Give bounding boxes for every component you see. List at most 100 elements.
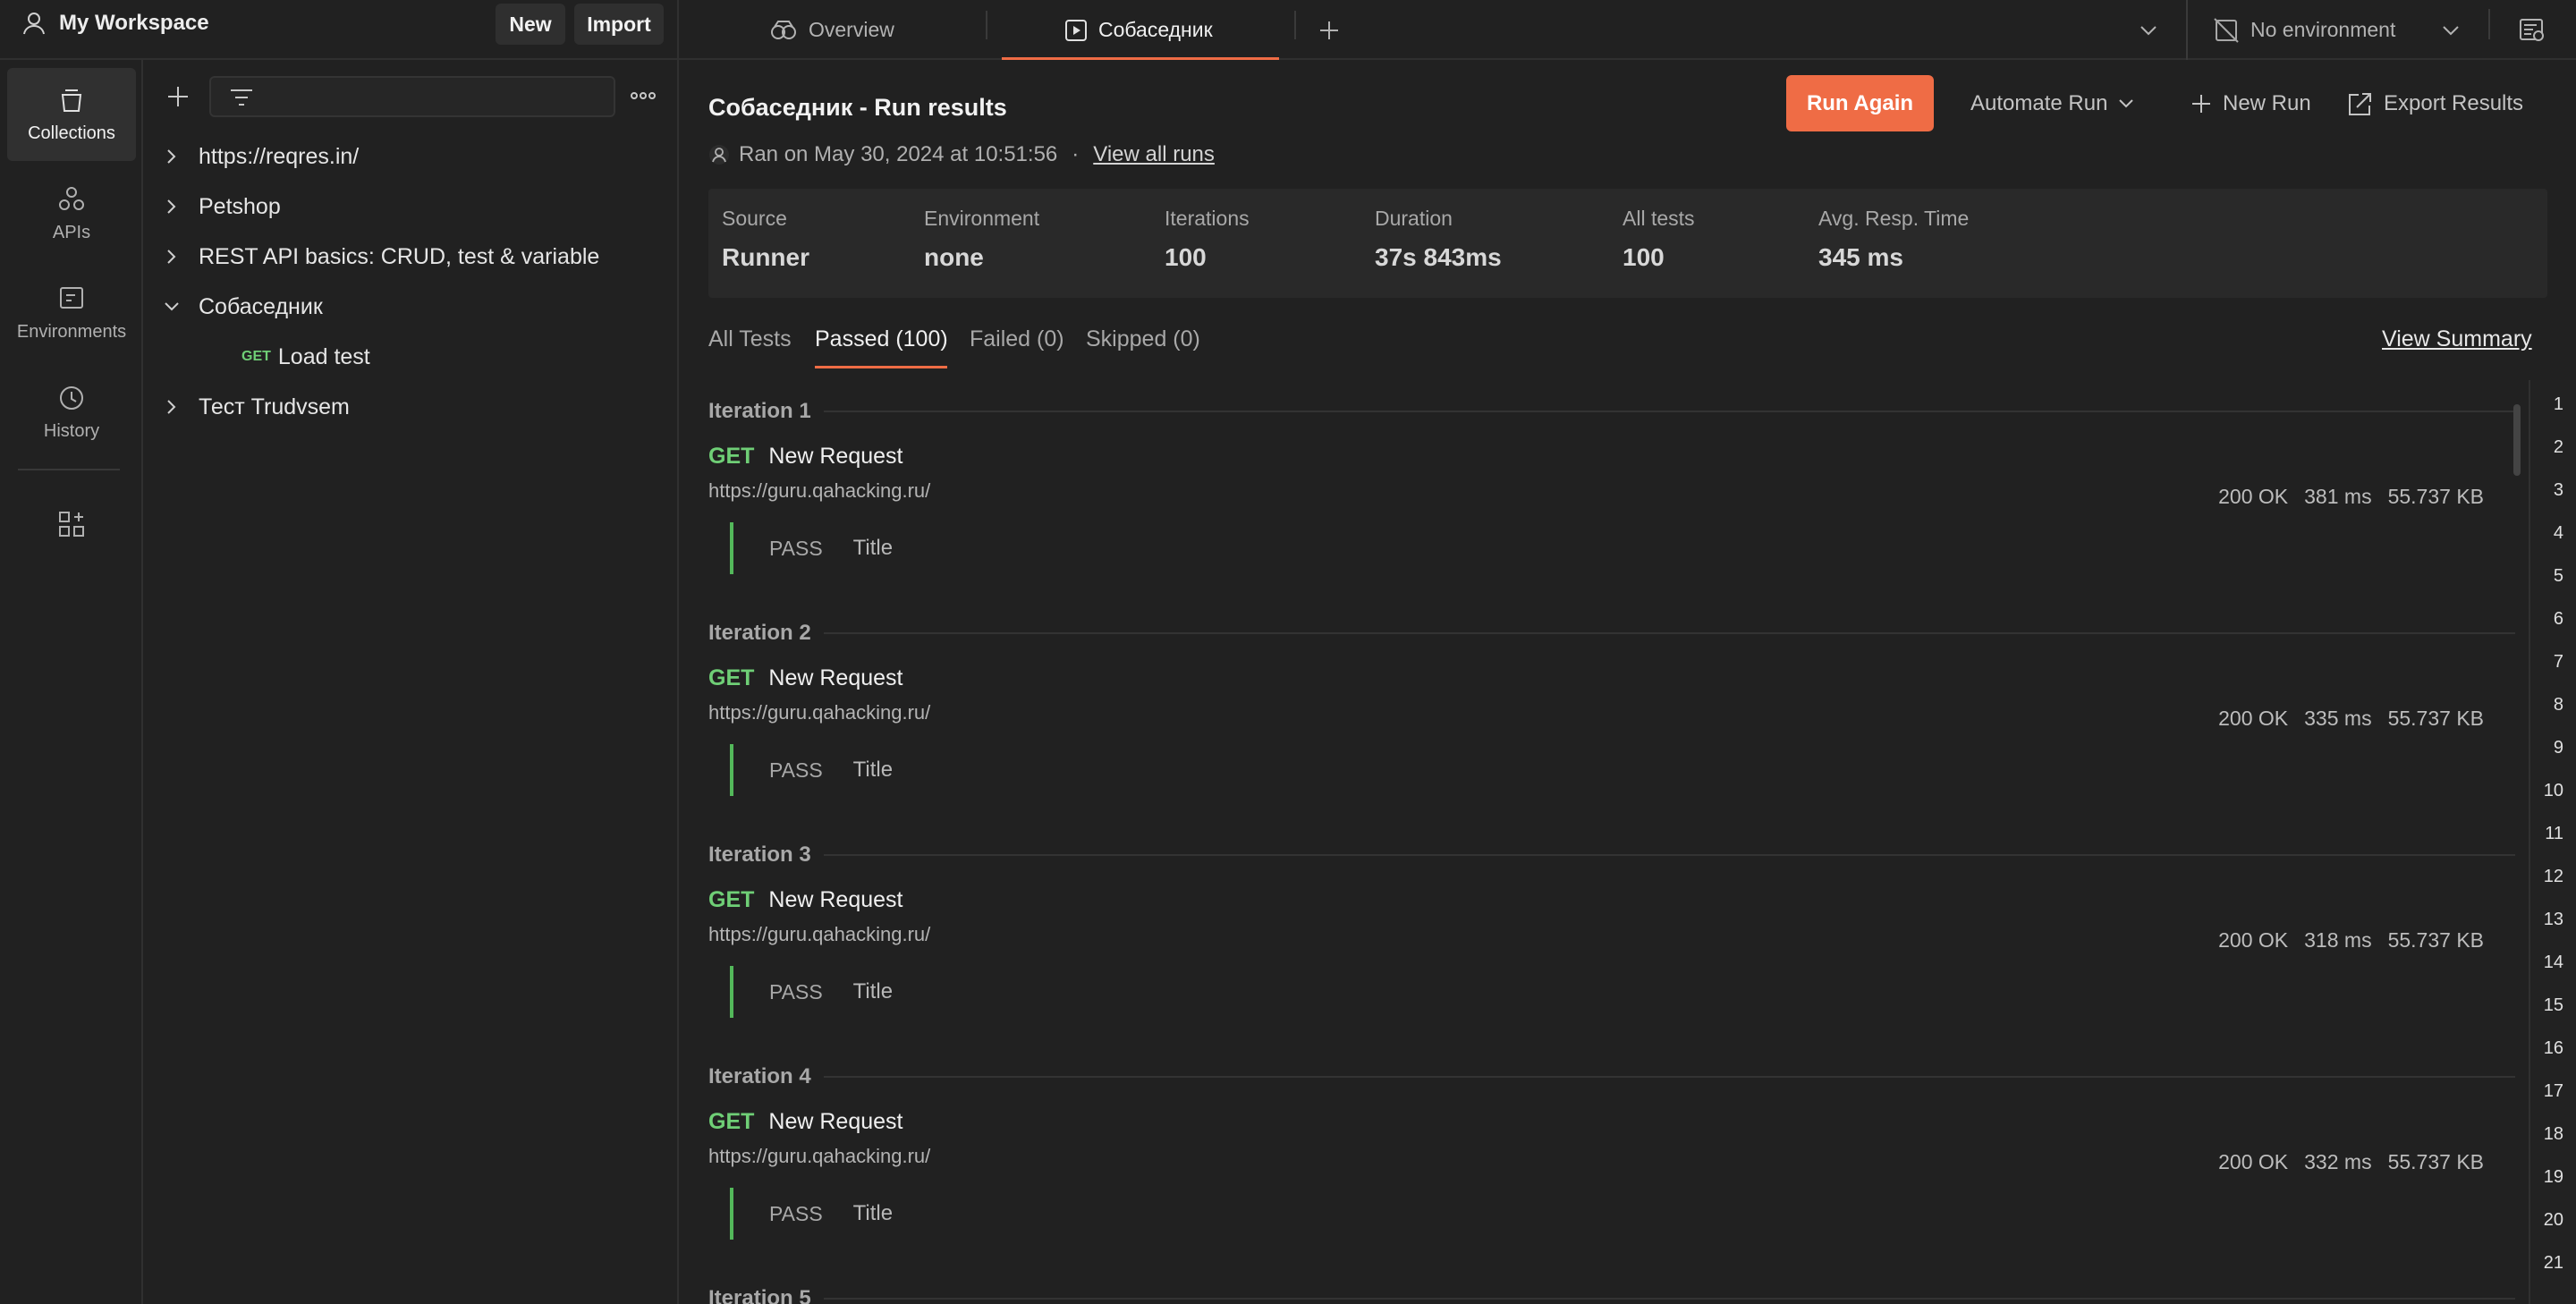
tab-overview[interactable]: Overview	[769, 0, 894, 60]
sidebar-item-environments[interactable]: Environments	[7, 267, 136, 360]
import-button[interactable]: Import	[574, 4, 664, 45]
request-row[interactable]: GET New Request	[708, 665, 902, 691]
iteration-number-link[interactable]: 3	[2554, 480, 2563, 501]
iteration-number-link[interactable]: 19	[2544, 1167, 2563, 1188]
environment-label: No environment	[2250, 18, 2396, 41]
iteration-number-link[interactable]: 17	[2544, 1081, 2563, 1102]
add-tab-button[interactable]	[1318, 0, 1340, 60]
iteration-block: Iteration 4 GET New Request https://guru.…	[708, 1063, 2515, 1240]
collection-item-expanded[interactable]: Собаседник	[145, 284, 323, 329]
more-options-button[interactable]	[630, 87, 657, 109]
env-divider	[2186, 0, 2188, 60]
results-scrollbar[interactable]	[2513, 404, 2521, 476]
collection-item[interactable]: https://reqres.in/	[145, 134, 359, 179]
top-bar: My Workspace New Import Overview Собасед…	[0, 0, 2576, 60]
iteration-number-link[interactable]: 10	[2544, 781, 2563, 801]
iteration-navigator: 1 2 3 4 5 6 7 8 9 10 11 12 13 14 15 16 17 18 19 20 21	[2529, 380, 2576, 1304]
run-results-panel: Собаседник - Run results Ran on May 30, …	[679, 60, 2576, 1304]
tabs-dropdown-button[interactable]	[2140, 0, 2157, 60]
new-run-button[interactable]: New Run	[2190, 75, 2311, 131]
iteration-number-link[interactable]: 12	[2544, 867, 2563, 887]
overview-icon	[771, 20, 796, 39]
test-name: Title	[852, 758, 894, 782]
request-name: New Request	[768, 887, 903, 912]
iteration-number-link[interactable]: 9	[2554, 738, 2563, 758]
sidebar-item-apis[interactable]: APIs	[7, 167, 136, 260]
chevron-right-icon	[145, 148, 199, 165]
automate-run-label: Automate Run	[1970, 90, 2108, 115]
tab-passed[interactable]: Passed (100)	[815, 326, 948, 352]
response-status: 200 OK	[2218, 485, 2289, 508]
request-row[interactable]: GET New Request	[708, 1109, 902, 1135]
separator-dot: ·	[1072, 142, 1080, 166]
view-summary-link[interactable]: View Summary	[2382, 326, 2532, 352]
workspace-switcher[interactable]: My Workspace	[21, 0, 209, 47]
page-title: Собаседник - Run results	[708, 94, 1007, 121]
new-button[interactable]: New	[496, 4, 565, 45]
sidebar-item-label: Collections	[28, 123, 115, 143]
request-row[interactable]: GET New Request	[708, 444, 902, 470]
collection-item[interactable]: Petshop	[145, 184, 281, 229]
search-collections-input[interactable]	[209, 76, 615, 117]
tab-failed[interactable]: Failed (0)	[970, 326, 1064, 352]
stat-value: 345 ms	[1818, 243, 1903, 271]
request-name: New Request	[768, 1109, 903, 1134]
iteration-number-link[interactable]: 21	[2544, 1253, 2563, 1274]
chevron-down-icon	[145, 301, 199, 313]
environments-icon	[60, 286, 83, 309]
request-name: New Request	[768, 665, 903, 690]
sidebar-item-label: APIs	[52, 222, 91, 242]
iteration-number-link[interactable]: 14	[2544, 953, 2563, 973]
stat-value: none	[924, 243, 984, 271]
request-item[interactable]: GET Load test	[242, 334, 370, 379]
add-collection-button[interactable]	[166, 85, 190, 113]
configure-workbench-button[interactable]	[7, 493, 136, 555]
iteration-number-link[interactable]: 1	[2554, 394, 2563, 415]
stat-label: Duration	[1375, 207, 1453, 230]
response-size: 55.737 KB	[2387, 485, 2484, 508]
export-results-button[interactable]: Export Results	[2346, 75, 2523, 131]
collection-item[interactable]: Тест Trudvsem	[145, 385, 350, 429]
response-time: 318 ms	[2304, 928, 2372, 952]
tab-divider	[1294, 11, 1296, 39]
sidebar-item-collections[interactable]: Collections	[7, 68, 136, 161]
request-item-label: Load test	[277, 343, 370, 369]
filter-icon	[231, 89, 252, 106]
collection-item[interactable]: REST API basics: CRUD, test & variable	[145, 234, 599, 279]
request-row[interactable]: GET New Request	[708, 887, 902, 913]
sidebar-rail: Collections APIs Environments History	[0, 60, 143, 1304]
response-time: 335 ms	[2304, 707, 2372, 730]
iteration-number-link[interactable]: 8	[2554, 695, 2563, 716]
iteration-number-link[interactable]: 18	[2544, 1124, 2563, 1145]
tab-divider	[986, 11, 987, 39]
response-size: 55.737 KB	[2387, 1150, 2484, 1173]
iteration-number-link[interactable]: 16	[2544, 1038, 2563, 1059]
iteration-number-link[interactable]: 15	[2544, 995, 2563, 1016]
iteration-number-link[interactable]: 7	[2554, 652, 2563, 673]
tab-skipped[interactable]: Skipped (0)	[1086, 326, 1200, 352]
response-status: 200 OK	[2218, 1150, 2289, 1173]
tab-all-tests[interactable]: All Tests	[708, 326, 792, 352]
iteration-number-link[interactable]: 2	[2554, 437, 2563, 458]
iteration-number-link[interactable]: 20	[2544, 1210, 2563, 1231]
iteration-block: Iteration 3 GET New Request https://guru.…	[708, 841, 2515, 1018]
automate-run-button[interactable]: Automate Run	[1970, 75, 2134, 131]
iteration-number-link[interactable]: 11	[2545, 824, 2563, 844]
sidebar-item-history[interactable]: History	[7, 366, 136, 459]
request-name: New Request	[768, 444, 903, 469]
iteration-number-link[interactable]: 4	[2554, 523, 2563, 544]
request-method: GET	[708, 887, 755, 912]
view-all-runs-link[interactable]: View all runs	[1093, 142, 1215, 167]
environment-selector[interactable]: No environment	[2213, 0, 2460, 60]
test-status: PASS	[769, 979, 823, 1003]
run-again-button[interactable]: Run Again	[1786, 75, 1934, 131]
iteration-number-link[interactable]: 13	[2544, 910, 2563, 930]
iteration-block: Iteration 5	[708, 1284, 2515, 1304]
iteration-title: Iteration 1	[708, 399, 811, 423]
environment-quick-look-button[interactable]	[2519, 0, 2546, 60]
tab-runner-label: Собаседник	[1098, 18, 1213, 41]
iteration-number-link[interactable]: 6	[2554, 609, 2563, 630]
workspace-title: My Workspace	[59, 11, 209, 35]
iteration-number-link[interactable]: 5	[2554, 566, 2563, 587]
tab-runner[interactable]: Собаседник	[1064, 0, 1213, 60]
